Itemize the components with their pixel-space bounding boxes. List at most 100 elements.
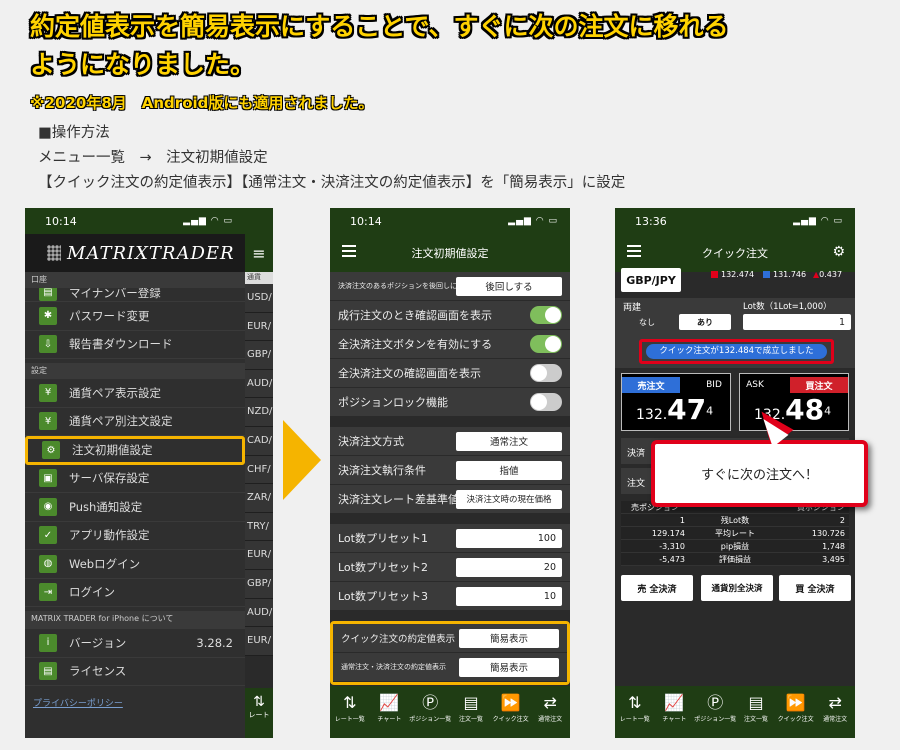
peek-row[interactable]: GBP/: [245, 341, 273, 370]
peek-row[interactable]: ZAR/: [245, 484, 273, 513]
peek-row[interactable]: CAD/: [245, 426, 273, 456]
menu-item-server-save[interactable]: ▣ サーバ保存設定: [25, 465, 245, 493]
nav-chart[interactable]: 📈 チャート: [370, 686, 410, 738]
toggle-switch[interactable]: [530, 306, 562, 324]
toast-highlight: クイック注文が132.484で成立しました: [639, 339, 834, 364]
currency-pair-selector[interactable]: GBP/JPY: [621, 268, 681, 292]
hamburger-icon[interactable]: [627, 245, 641, 257]
menu-item-web-login[interactable]: ◍ Webログイン: [25, 550, 245, 579]
menu-item-push[interactable]: ◉ Push通知設定: [25, 493, 245, 522]
setting-label: 決済注文方式: [338, 435, 404, 448]
signal-icon: ▂▄▆ ◠ ▭: [183, 216, 233, 226]
menu-item-label: 報告書ダウンロード: [69, 337, 173, 352]
nav-orders[interactable]: ▤ 注文一覧: [451, 686, 491, 738]
clock: 10:14: [45, 214, 77, 228]
pair-close-all-button[interactable]: 通貨別全決済: [701, 575, 773, 601]
setting-row-quick-display[interactable]: クイック注文の約定値表示 簡易表示: [333, 624, 567, 653]
nav-label: クイック注文: [777, 716, 814, 723]
setting-label: 通常注文・決済注文の約定値表示: [341, 663, 446, 671]
hamburger-icon[interactable]: [342, 245, 356, 257]
peek-row[interactable]: AUD/: [245, 598, 273, 628]
swap-icon: ⇄: [828, 693, 842, 712]
setting-value[interactable]: 簡易表示: [459, 657, 559, 677]
menu-item-report[interactable]: ⇩ 報告書ダウンロード: [25, 331, 245, 359]
peek-row[interactable]: EUR/: [245, 627, 273, 656]
privacy-link[interactable]: プライバシーポリシー: [25, 686, 245, 709]
menu-item-mynumber[interactable]: ▤ マイナンバー登録: [25, 288, 245, 302]
peek-footer[interactable]: ⇅ レート: [245, 688, 273, 738]
lot-input[interactable]: 20: [456, 557, 562, 577]
toggle-row: 全決済注文の確認画面を表示: [330, 359, 570, 388]
peek-row[interactable]: EUR/: [245, 541, 273, 570]
buy-close-all-button[interactable]: 買 全決済: [779, 575, 851, 601]
sort-icon: ⇅: [628, 693, 642, 712]
menu-item-pair-display[interactable]: ¥ 通貨ペア表示設定: [25, 379, 245, 408]
setting-row[interactable]: 決済注文方式 通常注文: [330, 427, 570, 456]
nav-quick-order[interactable]: ⏩ クイック注文: [491, 686, 531, 738]
peek-row[interactable]: EUR/: [245, 312, 273, 342]
document-icon: ▤: [39, 662, 57, 681]
lot-input[interactable]: 100: [456, 528, 562, 548]
menu-item-label: ライセンス: [69, 664, 127, 679]
sort-icon: ⇅: [253, 694, 265, 710]
peek-row[interactable]: CHF/: [245, 455, 273, 485]
menu-item-login[interactable]: ⇥ ログイン: [25, 579, 245, 607]
setting-row[interactable]: 決済注文レート差基準値 決済注文時の現在価格: [330, 485, 570, 514]
callout-bubble: すぐに次の注文へ！: [651, 440, 868, 507]
position-table: 売ポジション 買ポジション 1 残Lot数 2 129.174 平均レート 130.726…: [621, 501, 849, 566]
menu-item-app-behavior[interactable]: ✓ アプリ動作設定: [25, 522, 245, 550]
sell-close-all-button[interactable]: 売 全決済: [621, 575, 693, 601]
peek-row[interactable]: AUD/: [245, 369, 273, 399]
toggle-switch[interactable]: [530, 393, 562, 411]
lot-input[interactable]: 1: [743, 314, 851, 330]
gear-icon[interactable]: ⚙: [832, 244, 845, 260]
clock: 10:14: [350, 214, 382, 228]
lot-row[interactable]: Lot数プリセット2 20: [330, 553, 570, 582]
table-row: 1 残Lot数 2: [621, 514, 849, 527]
setting-row[interactable]: 決済注文のあるポジションを後回しにする後回しする: [330, 272, 570, 301]
menu-item-license[interactable]: ▤ ライセンス: [25, 658, 245, 686]
nav-normal-order[interactable]: ⇄ 通常注文: [530, 686, 570, 738]
setting-value[interactable]: 指値: [456, 460, 562, 480]
peek-row[interactable]: NZD/: [245, 398, 273, 427]
nav-quick-order[interactable]: ⏩ クイック注文: [776, 686, 816, 738]
lot-input[interactable]: 10: [456, 586, 562, 606]
peek-row[interactable]: TRY/: [245, 512, 273, 542]
toggle-row: 全決済注文ボタンを有効にする: [330, 330, 570, 359]
nav-normal-order[interactable]: ⇄ 通常注文: [815, 686, 855, 738]
menu-item-order-defaults[interactable]: ⚙ 注文初期値設定: [25, 436, 245, 465]
menu-item-pair-order[interactable]: ¥ 通貨ペア別注文設定: [25, 408, 245, 436]
row-label: 平均レート: [715, 528, 755, 538]
peek-row[interactable]: USD/: [245, 284, 273, 313]
setting-value[interactable]: 決済注文時の現在価格: [456, 489, 562, 509]
lot-row[interactable]: Lot数プリセット3 10: [330, 582, 570, 611]
setting-value[interactable]: 通常注文: [456, 431, 562, 451]
setting-row[interactable]: 決済注文執行条件 指値: [330, 456, 570, 485]
nav-positions[interactable]: Ⓟ ポジション一覧: [409, 686, 451, 738]
divider: [330, 514, 570, 524]
sell-button[interactable]: 売注文 BID 132.474: [621, 373, 731, 431]
nav-rates[interactable]: ⇅ レート一覧: [615, 686, 655, 738]
peek-row[interactable]: GBP/: [245, 569, 273, 599]
nav-positions[interactable]: Ⓟ ポジション一覧: [694, 686, 736, 738]
nav-orders[interactable]: ▤ 注文一覧: [736, 686, 776, 738]
setting-value[interactable]: 簡易表示: [459, 628, 559, 648]
login-icon: ⇥: [39, 583, 57, 602]
setting-label: 決済注文執行条件: [338, 464, 426, 477]
divider: [330, 611, 570, 621]
toggle-switch[interactable]: [530, 364, 562, 382]
menu-item-password[interactable]: ✱ パスワード変更: [25, 302, 245, 331]
hamburger-icon[interactable]: ≡: [245, 234, 273, 272]
position-icon: Ⓟ: [422, 693, 439, 712]
currency-icon: ¥: [39, 412, 57, 431]
nav-label: チャート: [662, 716, 687, 723]
menu-item-version[interactable]: i バージョン 3.28.2: [25, 629, 245, 658]
setting-value[interactable]: 後回しする: [456, 276, 562, 296]
setting-row-normal-display[interactable]: 通常注文・決済注文の約定値表示 簡易表示: [333, 653, 567, 682]
hedge-off-button[interactable]: なし: [623, 314, 671, 330]
nav-rates[interactable]: ⇅ レート一覧: [330, 686, 370, 738]
toggle-switch[interactable]: [530, 335, 562, 353]
nav-chart[interactable]: 📈 チャート: [655, 686, 695, 738]
hedge-on-button[interactable]: あり: [679, 314, 731, 330]
lot-row[interactable]: Lot数プリセット1 100: [330, 524, 570, 553]
